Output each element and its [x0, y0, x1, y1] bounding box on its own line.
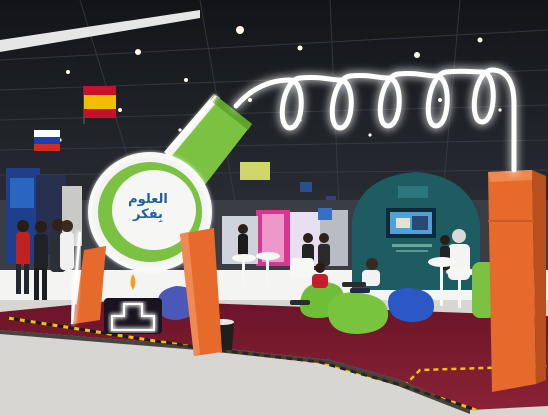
- expo-booth-photo: العلوم بِفكر: [0, 0, 548, 416]
- lamp-icon: [104, 274, 162, 334]
- distant-sign: [240, 162, 270, 180]
- russia-flag: [34, 130, 60, 151]
- orange-right-tower: [488, 170, 546, 392]
- booth-logo-text: العلوم بِفكر: [128, 192, 168, 222]
- visitors-left: [16, 219, 74, 300]
- distant-flag: [300, 182, 312, 192]
- scene-illustration: [0, 0, 548, 416]
